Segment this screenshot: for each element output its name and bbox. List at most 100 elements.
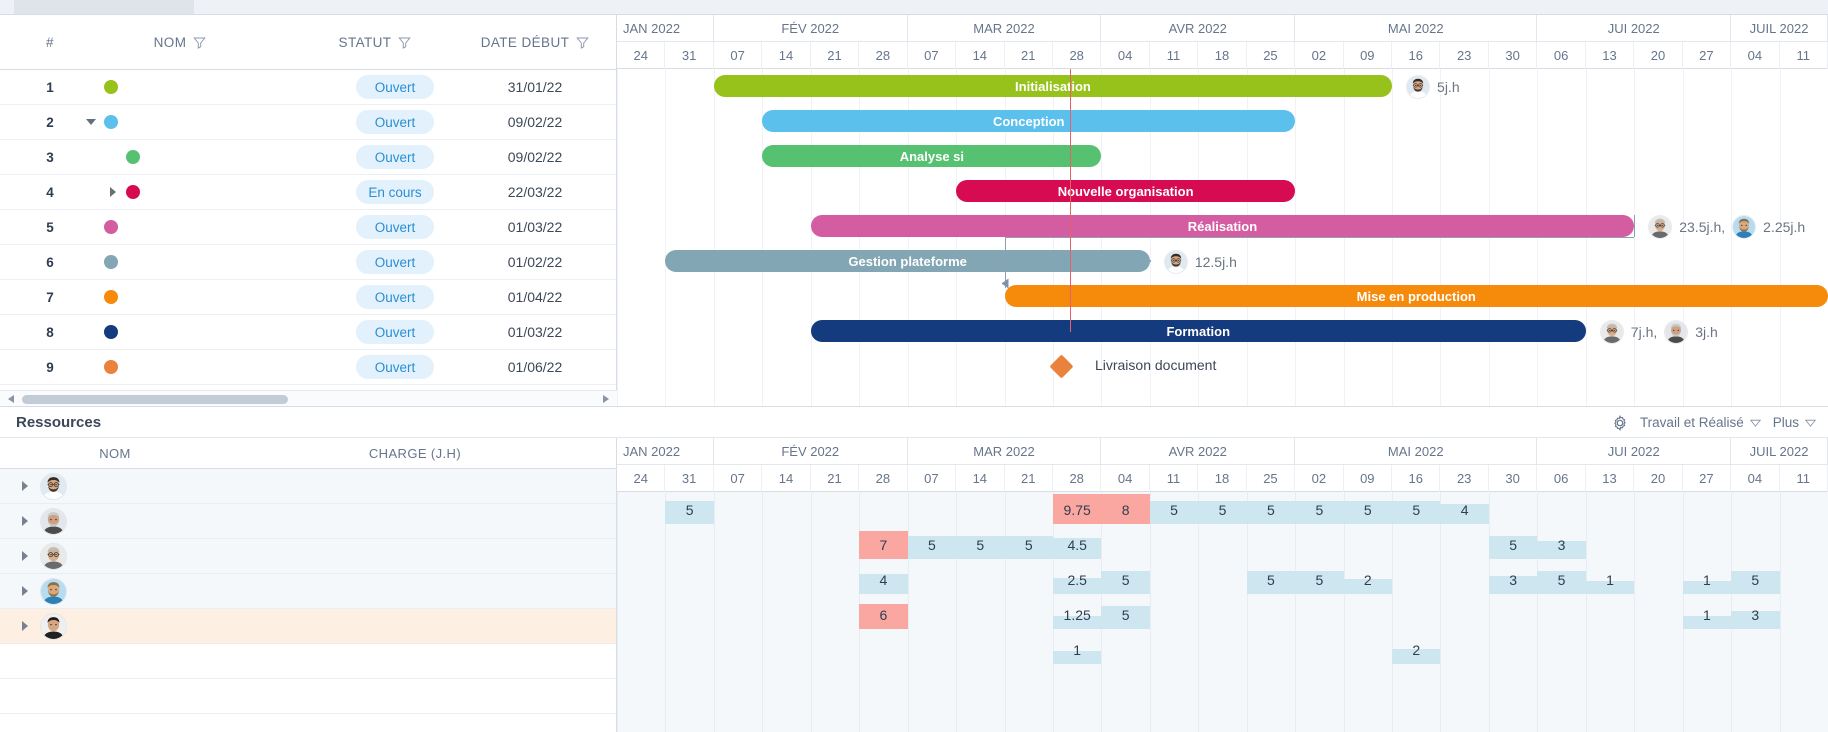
status-badge[interactable]: Ouvert [356, 285, 434, 309]
workload-value: 3 [1509, 571, 1518, 588]
column-header-nom[interactable]: NOM [80, 15, 280, 70]
resource-row[interactable] [0, 504, 616, 539]
filter-icon[interactable] [576, 36, 590, 49]
workload-value: 1 [1073, 641, 1082, 658]
task-row[interactable]: 9 Ouvert 01/06/22 [0, 350, 616, 385]
expand-toggle-icon[interactable] [20, 481, 30, 491]
resources-gridline [617, 492, 618, 732]
task-row-number: 6 [46, 254, 54, 270]
timeline-month-cell: JAN 2022 [617, 15, 714, 42]
column-header-nom-label: NOM [153, 35, 187, 50]
scroll-right-icon[interactable] [599, 395, 609, 404]
task-row[interactable]: 5 Ouvert 01/03/22 [0, 210, 616, 245]
avatar[interactable] [1648, 214, 1673, 239]
status-badge[interactable]: Ouvert [356, 250, 434, 274]
workload-value: 5 [1315, 571, 1324, 588]
expand-toggle-icon[interactable] [20, 621, 30, 631]
task-row[interactable]: 3 Ouvert 09/02/22 [0, 140, 616, 175]
column-header-num[interactable]: # [30, 15, 70, 70]
timeline-month-cell: MAR 2022 [908, 15, 1102, 42]
resources-rows [0, 469, 616, 732]
filter-icon[interactable] [398, 36, 412, 49]
task-name-cell[interactable] [86, 360, 126, 374]
gantt-bar[interactable]: Réalisation [810, 215, 1635, 237]
timeline-gridline [1440, 69, 1442, 407]
avatar[interactable] [40, 542, 67, 570]
gantt-bar[interactable]: Nouvelle organisation [956, 180, 1296, 202]
status-badge[interactable]: Ouvert [356, 320, 434, 344]
avatar[interactable] [1732, 214, 1757, 239]
avatar[interactable] [1599, 319, 1624, 344]
assignee-effort-group: 23.5j.h, 2.25j.h [1648, 209, 1805, 244]
task-name-cell[interactable] [108, 150, 148, 164]
task-start-date: 01/04/22 [507, 289, 563, 305]
avatar[interactable] [1163, 249, 1188, 274]
resources-table-header: NOM CHARGE (J.H) [0, 438, 616, 469]
gantt-bar[interactable]: Mise en production [1004, 285, 1828, 307]
status-badge[interactable]: Ouvert [356, 75, 434, 99]
timeline-week-cell: 27 [1683, 465, 1732, 492]
task-name-cell[interactable] [86, 325, 126, 339]
view-mode-button[interactable]: Travail et Réalisé [1640, 415, 1761, 430]
task-name-cell[interactable] [86, 115, 126, 129]
status-badge[interactable]: Ouvert [356, 215, 434, 239]
task-row-number: 9 [46, 359, 54, 375]
avatar[interactable] [40, 577, 67, 605]
workload-value: 4 [1460, 501, 1469, 518]
task-row[interactable]: 2 Ouvert 09/02/22 [0, 105, 616, 140]
expand-toggle-icon[interactable] [108, 187, 118, 197]
scroll-left-icon[interactable] [8, 395, 18, 404]
status-badge[interactable]: Ouvert [356, 145, 434, 169]
column-header-date-debut[interactable]: DATE DÉBUT [460, 15, 610, 70]
gantt-bar[interactable]: Conception [762, 110, 1296, 132]
avatar[interactable] [40, 507, 67, 535]
task-name-cell[interactable] [86, 290, 126, 304]
timeline-week-cell: 14 [762, 465, 811, 492]
filter-icon[interactable] [193, 36, 207, 49]
resources-gridline [1392, 492, 1394, 732]
resource-row[interactable] [0, 539, 616, 574]
avatar[interactable] [40, 472, 67, 500]
gantt-bar[interactable]: Initialisation [713, 75, 1393, 97]
task-table-hscrollbar[interactable] [0, 390, 617, 407]
more-button[interactable]: Plus [1773, 415, 1816, 430]
timeline-body: Initialisation Conception Analyse si Nouvel… [617, 69, 1828, 407]
gantt-bar[interactable]: Analyse si [762, 145, 1102, 167]
task-row-number: 7 [46, 289, 54, 305]
status-badge[interactable]: Ouvert [356, 110, 434, 134]
resource-row[interactable] [0, 574, 616, 609]
today-marker [1069, 69, 1072, 332]
task-row[interactable]: 6 Ouvert 01/02/22 [0, 245, 616, 280]
resource-row[interactable] [0, 609, 616, 644]
status-badge[interactable]: Ouvert [356, 355, 434, 379]
timeline-week-cell: 13 [1586, 42, 1635, 69]
task-color-dot [104, 290, 118, 304]
resources-gridline [810, 492, 812, 732]
gantt-bar[interactable]: Formation [810, 320, 1586, 342]
expand-toggle-icon[interactable] [20, 551, 30, 561]
task-row[interactable]: 4 En cours 22/03/22 [0, 175, 616, 210]
tab-chip[interactable] [14, 0, 194, 14]
timeline-week-cell: 21 [1005, 465, 1053, 492]
hscrollbar-thumb[interactable] [22, 395, 288, 404]
task-name-cell[interactable] [86, 220, 126, 234]
task-name-cell[interactable] [86, 255, 126, 269]
workload-value: 7 [879, 536, 888, 553]
avatar[interactable] [40, 612, 67, 640]
avatar[interactable] [1406, 74, 1431, 99]
task-name-cell[interactable] [86, 80, 126, 94]
settings-button[interactable] [1612, 414, 1628, 431]
task-row[interactable]: 1 Ouvert 31/01/22 [0, 70, 616, 105]
avatar[interactable] [1664, 319, 1689, 344]
task-name-cell[interactable] [108, 185, 148, 199]
task-row[interactable]: 8 Ouvert 01/03/22 [0, 315, 616, 350]
gantt-bar[interactable]: Gestion plateforme [665, 250, 1150, 272]
timeline-week-cell: 28 [859, 42, 908, 69]
expand-toggle-icon[interactable] [20, 586, 30, 596]
collapse-toggle-icon[interactable] [86, 117, 96, 127]
status-badge[interactable]: En cours [356, 180, 434, 204]
resource-row[interactable] [0, 469, 616, 504]
column-header-statut[interactable]: STATUT [300, 15, 450, 70]
expand-toggle-icon[interactable] [20, 516, 30, 526]
task-row[interactable]: 7 Ouvert 01/04/22 [0, 280, 616, 315]
